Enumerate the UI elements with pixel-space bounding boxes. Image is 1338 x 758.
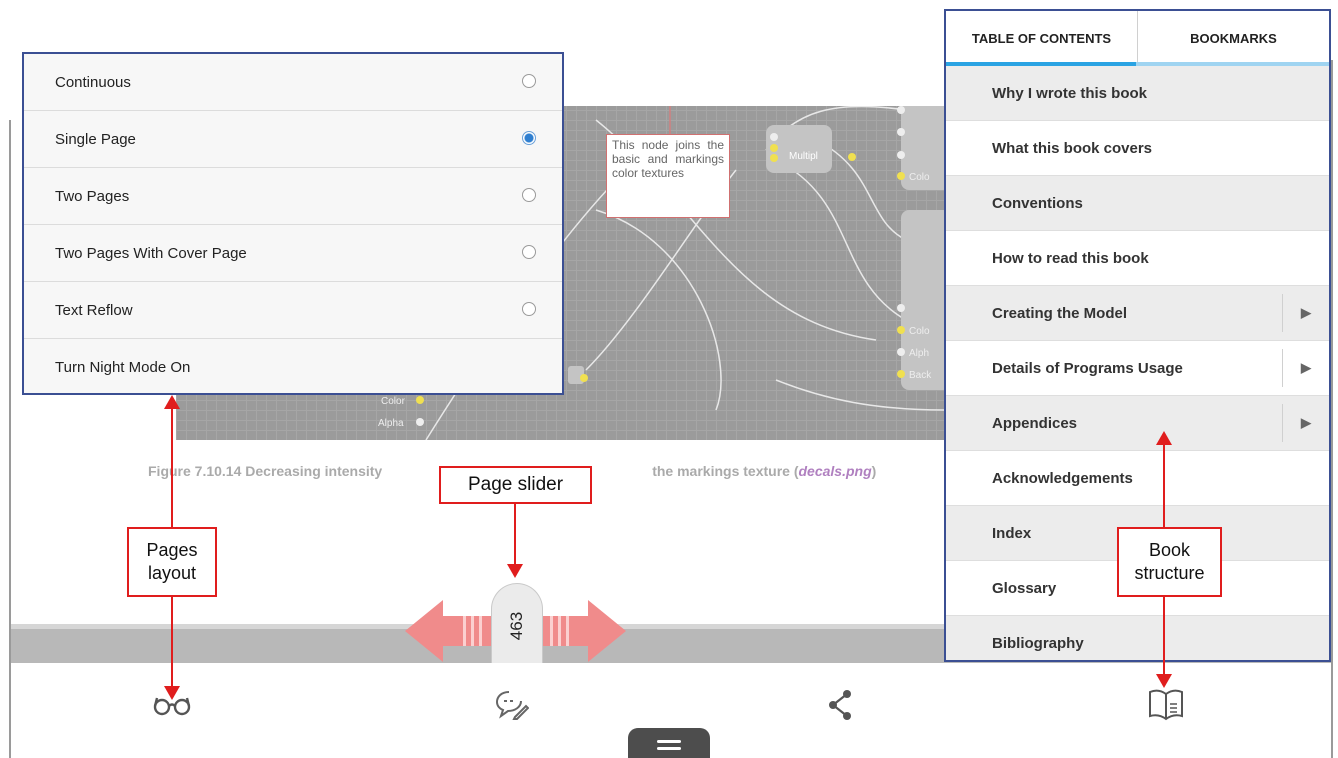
toc-item-label: How to read this book bbox=[992, 249, 1149, 267]
svg-text:Alpha: Alpha bbox=[378, 418, 404, 429]
radio-button[interactable] bbox=[522, 74, 536, 88]
svg-text:Colo: Colo bbox=[909, 172, 930, 183]
tab-bookmarks[interactable]: BOOKMARKS bbox=[1138, 11, 1329, 66]
svg-text:Alph: Alph bbox=[909, 348, 929, 359]
toc-item[interactable]: How to read this book bbox=[946, 231, 1329, 286]
toc-item[interactable]: Creating the Model ▶ bbox=[946, 286, 1329, 341]
layout-option-label: Two Pages With Cover Page bbox=[55, 244, 247, 262]
node-multiply-label: Multipl bbox=[789, 151, 818, 162]
menu-icon[interactable] bbox=[628, 728, 710, 758]
page-number: 463 bbox=[507, 611, 526, 641]
layout-option-label: Single Page bbox=[55, 130, 136, 148]
layout-option-label: Two Pages bbox=[55, 187, 130, 205]
callout-pages-layout: Pages layout bbox=[127, 527, 217, 597]
toc-item-label: Index bbox=[992, 524, 1032, 542]
arrow-up-icon bbox=[164, 395, 180, 409]
svg-text:Colo: Colo bbox=[909, 326, 930, 337]
toc-item[interactable]: Appendices ▶ bbox=[946, 396, 1329, 451]
svg-text:Color: Color bbox=[381, 396, 406, 407]
toc-item-label: Creating the Model bbox=[992, 304, 1128, 322]
arrow-down-icon bbox=[164, 686, 180, 700]
arrow-down-icon bbox=[507, 564, 523, 578]
layout-option-two-pages-cover[interactable]: Two Pages With Cover Page bbox=[24, 225, 562, 282]
share-icon[interactable] bbox=[820, 685, 860, 725]
toc-item[interactable]: Details of Programs Usage ▶ bbox=[946, 341, 1329, 396]
night-mode-label: Turn Night Mode On bbox=[55, 359, 191, 376]
layout-option-single-page[interactable]: Single Page bbox=[24, 111, 562, 168]
toc-item[interactable]: What this book covers bbox=[946, 121, 1329, 176]
comment-edit-icon[interactable] bbox=[492, 685, 532, 725]
expand-arrow-icon[interactable]: ▶ bbox=[1282, 294, 1329, 332]
toc-tab-bar: TABLE OF CONTENTS BOOKMARKS bbox=[946, 11, 1329, 66]
layout-option-label: Text Reflow bbox=[55, 301, 133, 319]
layout-option-label: Continuous bbox=[55, 73, 131, 91]
callout-book-structure: Book structure bbox=[1117, 527, 1222, 597]
figure-note: This node joins the basic and markings c… bbox=[606, 134, 730, 218]
slider-left-arrow-icon[interactable] bbox=[405, 600, 495, 662]
toc-item-label: Why I wrote this book bbox=[992, 84, 1148, 102]
toc-item[interactable]: Conventions bbox=[946, 176, 1329, 231]
radio-button-selected[interactable] bbox=[522, 131, 536, 145]
radio-button[interactable] bbox=[522, 302, 536, 316]
expand-arrow-icon[interactable]: ▶ bbox=[1282, 404, 1329, 442]
book-icon[interactable] bbox=[1146, 685, 1186, 725]
page-layout-menu: Continuous Single Page Two Pages Two Pag… bbox=[22, 52, 564, 395]
slider-right-arrow-icon[interactable] bbox=[540, 600, 626, 662]
toc-item-label: Glossary bbox=[992, 579, 1057, 597]
toc-item-label: What this book covers bbox=[992, 139, 1153, 157]
expand-arrow-icon[interactable]: ▶ bbox=[1282, 349, 1329, 387]
arrow-up-icon bbox=[1156, 431, 1172, 445]
arrow-down-icon bbox=[1156, 674, 1172, 688]
toc-item-label: Bibliography bbox=[992, 634, 1084, 652]
radio-button[interactable] bbox=[522, 245, 536, 259]
callout-page-slider: Page slider bbox=[439, 466, 592, 504]
radio-button[interactable] bbox=[522, 188, 536, 202]
night-mode-toggle[interactable]: Turn Night Mode On bbox=[24, 339, 562, 396]
toc-item-label: Appendices bbox=[992, 414, 1078, 432]
layout-option-text-reflow[interactable]: Text Reflow bbox=[24, 282, 562, 339]
toc-item-label: Conventions bbox=[992, 194, 1083, 212]
toc-item[interactable]: Why I wrote this book bbox=[946, 66, 1329, 121]
toc-item[interactable]: Bibliography bbox=[946, 616, 1329, 660]
layout-option-continuous[interactable]: Continuous bbox=[24, 54, 562, 111]
svg-text:Back: Back bbox=[909, 370, 932, 381]
toc-item-label: Details of Programs Usage bbox=[992, 359, 1183, 377]
tab-table-of-contents[interactable]: TABLE OF CONTENTS bbox=[946, 11, 1138, 66]
page-slider-thumb[interactable]: 463 bbox=[491, 583, 543, 663]
toc-item-label: Acknowledgements bbox=[992, 469, 1133, 487]
page-frame-right bbox=[1331, 60, 1333, 758]
annotation-line-page-slider bbox=[514, 504, 516, 564]
layout-option-two-pages[interactable]: Two Pages bbox=[24, 168, 562, 225]
toc-item[interactable]: Acknowledgements bbox=[946, 451, 1329, 506]
